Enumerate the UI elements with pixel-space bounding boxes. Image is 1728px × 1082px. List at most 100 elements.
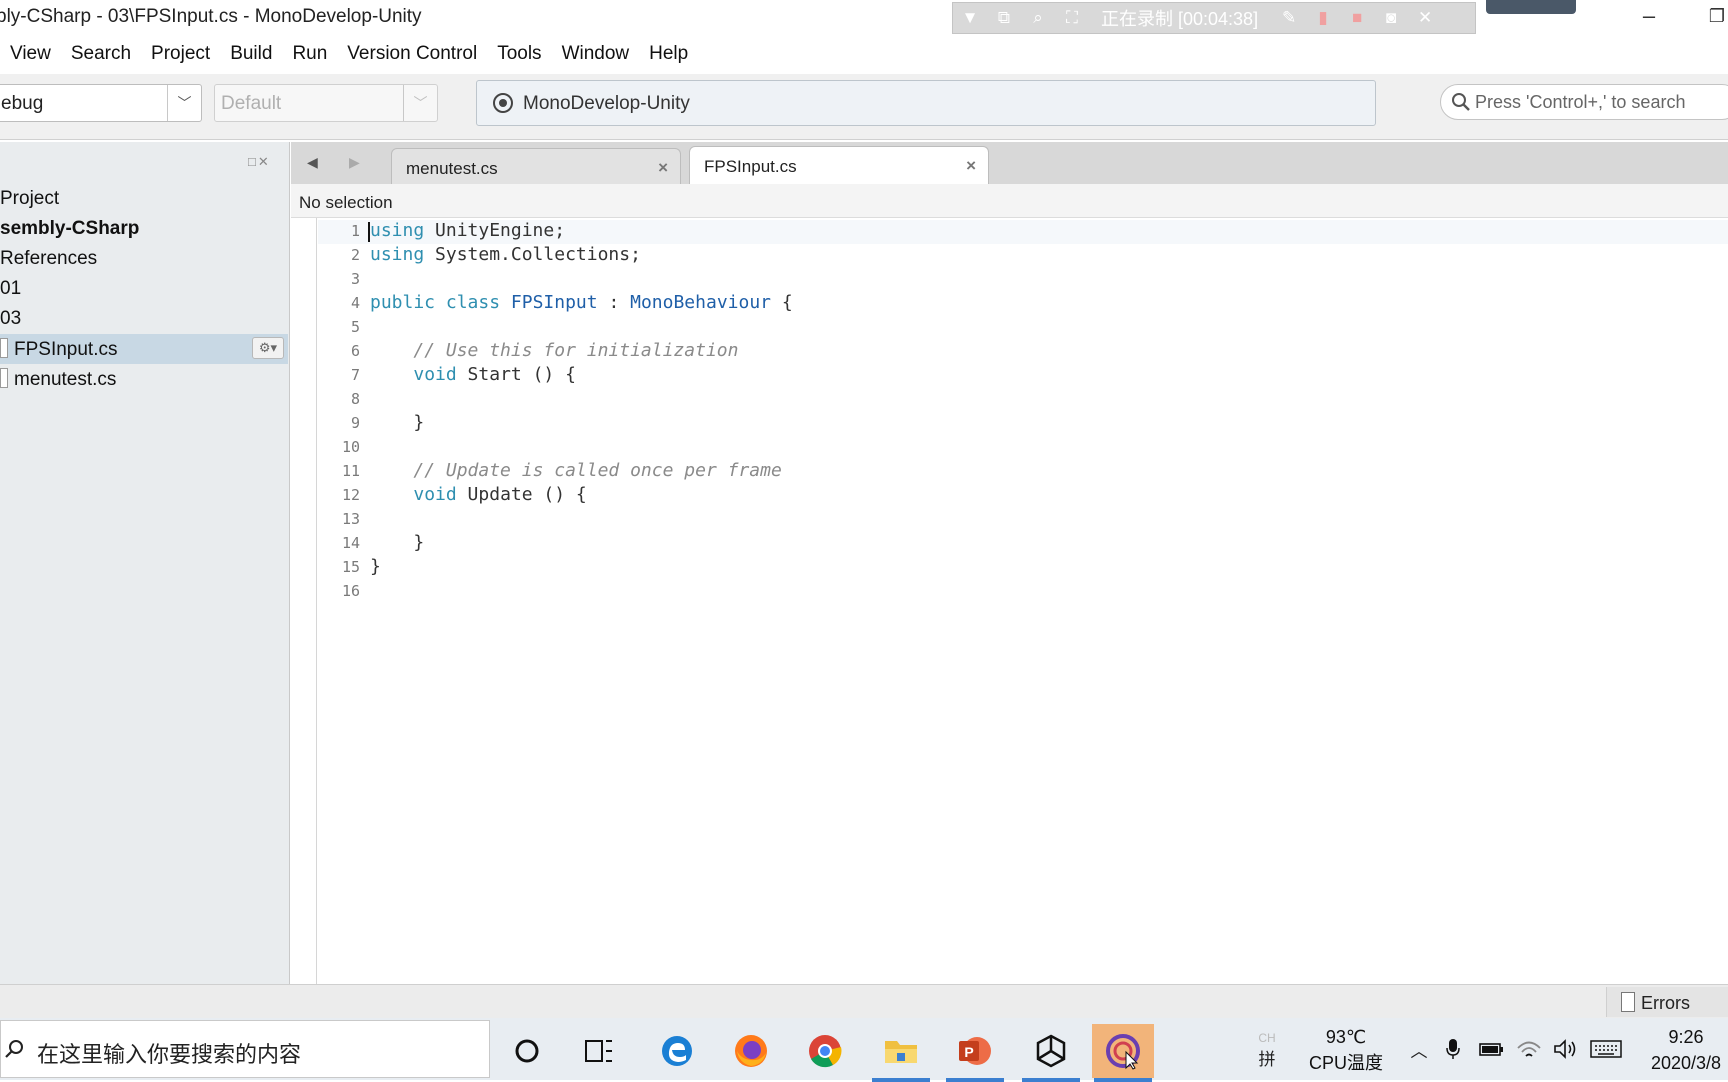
cpu-temperature[interactable]: 93℃ CPU温度 (1304, 1024, 1388, 1076)
ime-language: CH (1258, 1031, 1276, 1045)
tree-item-assembly[interactable]: sembly-CSharp (0, 214, 288, 244)
code-text: UnityEngine; (424, 220, 566, 241)
ime-indicator[interactable]: CH 拼 (1250, 1018, 1284, 1080)
configuration-select[interactable]: ebug ﹀ (0, 84, 202, 122)
zoom-icon[interactable]: ⌕ (1021, 3, 1055, 33)
unity-icon[interactable] (1020, 1024, 1082, 1082)
tab-fpsinput[interactable]: FPSInput.cs × (689, 146, 989, 184)
ime-mode: 拼 (1258, 1050, 1276, 1069)
floating-widget[interactable] (1486, 0, 1576, 14)
chevron-down-icon[interactable]: ▼ (953, 3, 987, 33)
code-editor[interactable]: 1 using UnityEngine; 2 using System.Collec… (318, 218, 1728, 984)
text-caret (368, 222, 370, 242)
menu-search[interactable]: Search (61, 43, 141, 65)
clock-time: 9:26 (1668, 1027, 1704, 1047)
nav-forward-icon[interactable]: ▶ (349, 154, 360, 171)
code-text: : (597, 292, 631, 313)
cortana-icon[interactable] (496, 1024, 558, 1078)
tree-item-project[interactable]: Project (0, 184, 288, 214)
line-number: 3 (350, 270, 360, 288)
close-icon[interactable]: × (658, 158, 668, 178)
code-line: 2 using System.Collections; (318, 244, 641, 268)
code-line: 10 (318, 436, 370, 460)
battery-icon[interactable] (1474, 1018, 1508, 1080)
taskbar-search[interactable]: 在这里输入你要搜索的内容 (0, 1020, 490, 1078)
menu-version-control[interactable]: Version Control (337, 43, 487, 65)
powerpoint-icon[interactable]: P (944, 1024, 1006, 1082)
code-text: Start () { (456, 364, 576, 385)
minimize-button[interactable]: – (1635, 2, 1663, 30)
task-view-icon[interactable] (568, 1024, 630, 1078)
menu-build[interactable]: Build (220, 43, 282, 65)
edge-icon[interactable] (646, 1024, 708, 1078)
global-search[interactable] (1440, 84, 1728, 120)
menu-help[interactable]: Help (639, 43, 698, 65)
menu-run[interactable]: Run (282, 43, 337, 65)
menu-project[interactable]: Project (141, 43, 220, 65)
camera-icon[interactable]: ◙ (1374, 3, 1408, 33)
path-bar[interactable]: No selection (291, 184, 1728, 218)
code-text: System.Collections; (424, 244, 641, 265)
tree-item-label: menutest.cs (14, 369, 117, 390)
volume-icon[interactable] (1548, 1018, 1582, 1080)
search-icon (1452, 93, 1470, 111)
stop-icon[interactable]: ■ (1340, 3, 1374, 33)
tree-item-label: FPSInput.cs (14, 339, 118, 360)
tree-item-folder-03[interactable]: 03 (0, 304, 288, 334)
chevron-down-icon[interactable]: ﹀ (167, 85, 201, 121)
code-line: 3 (318, 268, 370, 292)
line-number: 14 (341, 534, 360, 552)
code-line: 8 (318, 388, 370, 412)
nav-back-icon[interactable]: ◀ (307, 154, 318, 171)
line-number: 12 (341, 486, 360, 504)
errors-icon (1621, 992, 1635, 1012)
search-input[interactable] (1475, 89, 1728, 115)
tab-label: FPSInput.cs (704, 157, 797, 176)
recording-status: 正在录制 [00:04:38] (1101, 9, 1259, 29)
region-icon[interactable]: ⛶ (1055, 3, 1089, 33)
taskbar: 在这里输入你要搜索的内容 P CH 拼 93℃ CPU温度 ︿ 9:26 202… (0, 1018, 1728, 1082)
code-line: 5 (318, 316, 370, 340)
menu-view[interactable]: View (0, 43, 61, 65)
tree-item-menutest[interactable]: menutest.cs (0, 364, 288, 394)
line-number: 2 (350, 246, 360, 264)
pad-window-controls[interactable]: □✕ (248, 154, 271, 170)
type-name: MonoBehaviour (630, 292, 772, 313)
status-text: MonoDevelop-Unity (523, 93, 690, 114)
chevron-up-icon[interactable]: ︿ (1404, 1018, 1434, 1080)
platform-select[interactable]: Default ﹀ (214, 84, 438, 122)
status-area: MonoDevelop-Unity (476, 80, 1376, 126)
menu-tools[interactable]: Tools (487, 43, 551, 65)
keyboard-icon[interactable] (1586, 1018, 1626, 1080)
tree-item-folder-01[interactable]: 01 (0, 274, 288, 304)
menu-bar: View Search Project Build Run Version Co… (0, 34, 1728, 74)
microphone-icon[interactable] (1438, 1018, 1468, 1080)
code-line: 11 // Update is called once per frame (318, 460, 782, 484)
file-explorer-icon[interactable] (870, 1024, 932, 1082)
errors-button[interactable]: Errors (1606, 987, 1728, 1017)
line-number: 7 (350, 366, 360, 384)
code-line: 4 public class FPSInput : MonoBehaviour { (318, 292, 793, 316)
keyword: public (370, 292, 436, 313)
monodevelop-icon[interactable] (1092, 1024, 1154, 1082)
close-icon[interactable]: ✕ (1408, 3, 1442, 33)
tree-item-label: References (0, 248, 98, 269)
chevron-down-icon[interactable]: ﹀ (403, 85, 437, 121)
close-icon[interactable]: × (966, 156, 976, 176)
tree-item-references[interactable]: References (0, 244, 288, 274)
keyword: void (413, 364, 457, 385)
tab-menutest[interactable]: menutest.cs × (391, 148, 681, 184)
restore-button[interactable]: ❐ (1703, 2, 1728, 30)
wifi-icon[interactable] (1512, 1018, 1546, 1080)
menu-window[interactable]: Window (552, 43, 640, 65)
tree-item-fpsinput[interactable]: FPSInput.cs ⚙▾ (0, 334, 288, 364)
pause-icon[interactable]: ▮ (1306, 3, 1340, 33)
clock[interactable]: 9:26 2020/3/8 (1640, 1024, 1728, 1076)
errors-label: Errors (1641, 993, 1690, 1013)
firefox-icon[interactable] (720, 1024, 782, 1078)
gear-icon[interactable]: ⚙▾ (252, 337, 284, 359)
line-number: 5 (350, 318, 360, 336)
chrome-icon[interactable] (794, 1024, 856, 1078)
pen-icon[interactable]: ✎ (1272, 3, 1306, 33)
window-select-icon[interactable]: ⧉ (987, 3, 1021, 33)
